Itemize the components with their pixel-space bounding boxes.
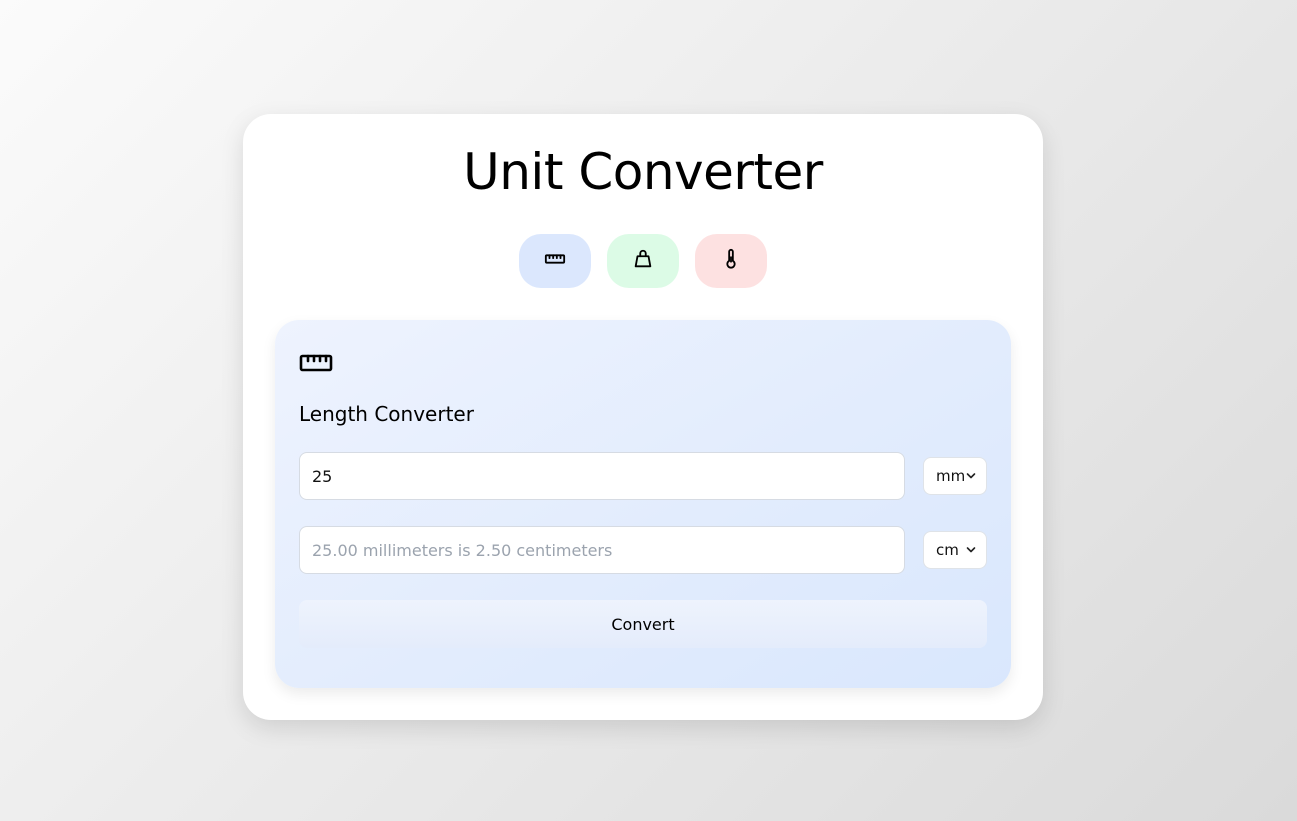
length-converter-panel: Length Converter 25 mm 25.00 millimeters… — [275, 320, 1011, 688]
chevron-down-icon — [966, 473, 976, 479]
converter-title: Length Converter — [299, 402, 474, 426]
to-unit-select[interactable]: cm — [923, 531, 987, 569]
chevron-down-icon — [966, 547, 976, 553]
from-unit-select[interactable]: mm — [923, 457, 987, 495]
result-field[interactable]: 25.00 millimeters is 2.50 centimeters — [299, 526, 905, 574]
tab-length[interactable] — [519, 234, 591, 288]
tab-temperature[interactable] — [695, 234, 767, 288]
weight-icon — [634, 249, 652, 268]
from-unit-value: mm — [936, 467, 966, 485]
page-title: Unit Converter — [463, 143, 823, 201]
thermometer-icon — [726, 248, 736, 269]
ruler-icon — [544, 254, 566, 264]
category-tabs — [243, 234, 1043, 288]
converter-card: Unit Converter Length Converter 25 mm 25… — [243, 114, 1043, 720]
to-unit-value: cm — [936, 541, 959, 559]
convert-button[interactable]: Convert — [299, 600, 987, 648]
tab-weight[interactable] — [607, 234, 679, 288]
value-input[interactable]: 25 — [299, 452, 905, 500]
ruler-icon — [299, 354, 333, 372]
